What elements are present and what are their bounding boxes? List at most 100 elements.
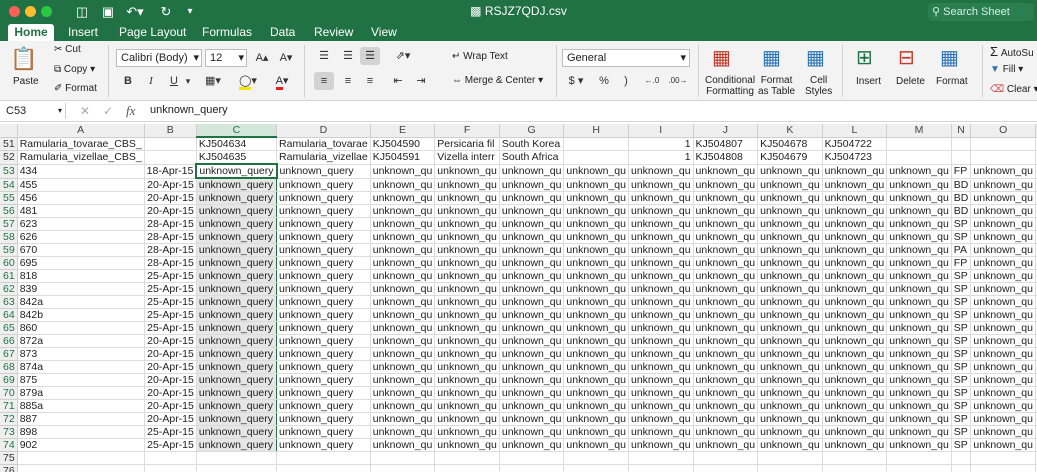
cell-m65[interactable]: unknown_qu xyxy=(886,321,952,335)
conditional-formatting-button[interactable]: Conditional Formatting xyxy=(705,75,755,97)
cell-n66[interactable]: SP xyxy=(951,334,972,348)
cell-h71[interactable]: unknown_qu xyxy=(563,399,629,413)
cell-b62[interactable]: 25-Apr-15 xyxy=(144,282,197,296)
cell-i51[interactable]: 1 xyxy=(628,137,694,151)
cell-e74[interactable]: unknown_qu xyxy=(370,438,436,452)
tab-insert[interactable]: Insert xyxy=(68,24,98,41)
paste-button[interactable]: Paste xyxy=(13,76,39,87)
cell-k56[interactable]: unknown_qu xyxy=(757,204,823,218)
cell-a61[interactable]: 818 xyxy=(17,269,145,283)
row-header[interactable]: 69 xyxy=(0,373,18,387)
cell-h62[interactable]: unknown_qu xyxy=(563,282,629,296)
cell-l66[interactable]: unknown_qu xyxy=(822,334,888,348)
italic-button[interactable]: I xyxy=(141,72,161,90)
cell-o59[interactable]: unknown_qu xyxy=(970,243,1036,257)
cell-a70[interactable]: 879a xyxy=(17,386,145,400)
cell-o56[interactable]: unknown_qu xyxy=(970,204,1036,218)
column-header-j[interactable]: J xyxy=(693,124,759,138)
cell-k75[interactable] xyxy=(757,451,823,465)
cell-c51[interactable]: KJ504634 xyxy=(196,137,278,151)
tab-formulas[interactable]: Formulas xyxy=(202,24,252,41)
cell-h65[interactable]: unknown_qu xyxy=(563,321,629,335)
cell-a65[interactable]: 860 xyxy=(17,321,145,335)
cell-n69[interactable]: SP xyxy=(951,373,972,387)
cell-c63[interactable]: unknown_query xyxy=(195,295,278,309)
cell-c52[interactable]: KJ504635 xyxy=(196,150,278,165)
cell-n67[interactable]: SP xyxy=(951,347,972,361)
cell-e51[interactable]: KJ504590 xyxy=(370,137,436,151)
cell-i54[interactable]: unknown_qu xyxy=(628,178,694,192)
cell-k72[interactable]: unknown_qu xyxy=(757,412,823,426)
cell-o61[interactable]: unknown_qu xyxy=(970,269,1036,283)
cell-d59[interactable]: unknown_query xyxy=(276,243,371,257)
delete-cells-button[interactable]: Delete xyxy=(896,76,925,87)
cell-a56[interactable]: 481 xyxy=(17,204,145,218)
cell-n72[interactable]: SP xyxy=(951,412,972,426)
cell-h60[interactable]: unknown_qu xyxy=(563,256,629,270)
cell-b73[interactable]: 25-Apr-15 xyxy=(144,425,197,439)
cell-m51[interactable] xyxy=(886,137,952,151)
cell-f58[interactable]: unknown_qu xyxy=(434,230,500,244)
cell-d53[interactable]: unknown_query xyxy=(276,164,371,179)
cell-i52[interactable]: 1 xyxy=(628,150,694,165)
cell-j60[interactable]: unknown_qu xyxy=(693,256,759,270)
cell-c71[interactable]: unknown_query xyxy=(195,399,278,413)
cell-n53[interactable]: FP xyxy=(951,164,972,179)
cell-m53[interactable]: unknown_qu xyxy=(886,164,952,179)
cell-o60[interactable]: unknown_qu xyxy=(970,256,1036,270)
row-header[interactable]: 65 xyxy=(0,321,18,335)
cell-k65[interactable]: unknown_qu xyxy=(757,321,823,335)
cell-o58[interactable]: unknown_qu xyxy=(970,230,1036,244)
cell-o69[interactable]: unknown_qu xyxy=(970,373,1036,387)
cell-d54[interactable]: unknown_query xyxy=(276,178,371,192)
cell-f71[interactable]: unknown_qu xyxy=(434,399,500,413)
cell-i55[interactable]: unknown_qu xyxy=(628,191,694,205)
clear-button[interactable]: ⌫ Clear ▾ xyxy=(990,84,1037,95)
cell-o65[interactable]: unknown_qu xyxy=(970,321,1036,335)
cell-a63[interactable]: 842a xyxy=(17,295,145,309)
cell-c54[interactable]: unknown_query xyxy=(195,178,278,192)
tab-page-layout[interactable]: Page Layout xyxy=(119,24,186,41)
cell-h67[interactable]: unknown_qu xyxy=(563,347,629,361)
cell-d69[interactable]: unknown_query xyxy=(276,373,371,387)
cell-l55[interactable]: unknown_qu xyxy=(822,191,888,205)
cell-c75[interactable] xyxy=(196,451,278,465)
cell-i56[interactable]: unknown_qu xyxy=(628,204,694,218)
cell-g71[interactable]: unknown_qu xyxy=(499,399,565,413)
comma-style-button[interactable]: ) xyxy=(616,72,636,90)
cell-h61[interactable]: unknown_qu xyxy=(563,269,629,283)
cell-a75[interactable] xyxy=(17,451,145,465)
cell-e69[interactable]: unknown_qu xyxy=(370,373,436,387)
row-header[interactable]: 76 xyxy=(0,464,18,472)
cell-k60[interactable]: unknown_qu xyxy=(757,256,823,270)
cell-l62[interactable]: unknown_qu xyxy=(822,282,888,296)
cell-o64[interactable]: unknown_qu xyxy=(970,308,1036,322)
cell-f70[interactable]: unknown_qu xyxy=(434,386,500,400)
cell-o70[interactable]: unknown_qu xyxy=(970,386,1036,400)
cell-j74[interactable]: unknown_qu xyxy=(693,438,759,452)
cell-e57[interactable]: unknown_qu xyxy=(370,217,436,231)
cell-m70[interactable]: unknown_qu xyxy=(886,386,952,400)
cell-d74[interactable]: unknown_query xyxy=(276,438,371,452)
cell-j56[interactable]: unknown_qu xyxy=(693,204,759,218)
percent-button[interactable]: % xyxy=(594,72,614,90)
cell-c62[interactable]: unknown_query xyxy=(195,282,278,296)
currency-button[interactable]: $ ▾ xyxy=(562,72,590,90)
cell-g64[interactable]: unknown_qu xyxy=(499,308,565,322)
row-header[interactable]: 64 xyxy=(0,308,18,322)
cell-d67[interactable]: unknown_query xyxy=(276,347,371,361)
cell-l69[interactable]: unknown_qu xyxy=(822,373,888,387)
cell-d55[interactable]: unknown_query xyxy=(276,191,371,205)
cell-k59[interactable]: unknown_qu xyxy=(757,243,823,257)
cell-j70[interactable]: unknown_qu xyxy=(693,386,759,400)
cell-a73[interactable]: 898 xyxy=(17,425,145,439)
cell-a62[interactable]: 839 xyxy=(17,282,145,296)
cell-j51[interactable]: KJ504807 xyxy=(693,137,759,151)
cell-g72[interactable]: unknown_qu xyxy=(499,412,565,426)
cell-k62[interactable]: unknown_qu xyxy=(757,282,823,296)
cell-a51[interactable]: Ramularia_tovarae_CBS_ xyxy=(17,137,145,151)
cell-o74[interactable]: unknown_qu xyxy=(970,438,1036,452)
cell-j52[interactable]: KJ504808 xyxy=(693,150,759,165)
cell-b70[interactable]: 20-Apr-15 xyxy=(144,386,197,400)
row-header[interactable]: 56 xyxy=(0,204,18,218)
